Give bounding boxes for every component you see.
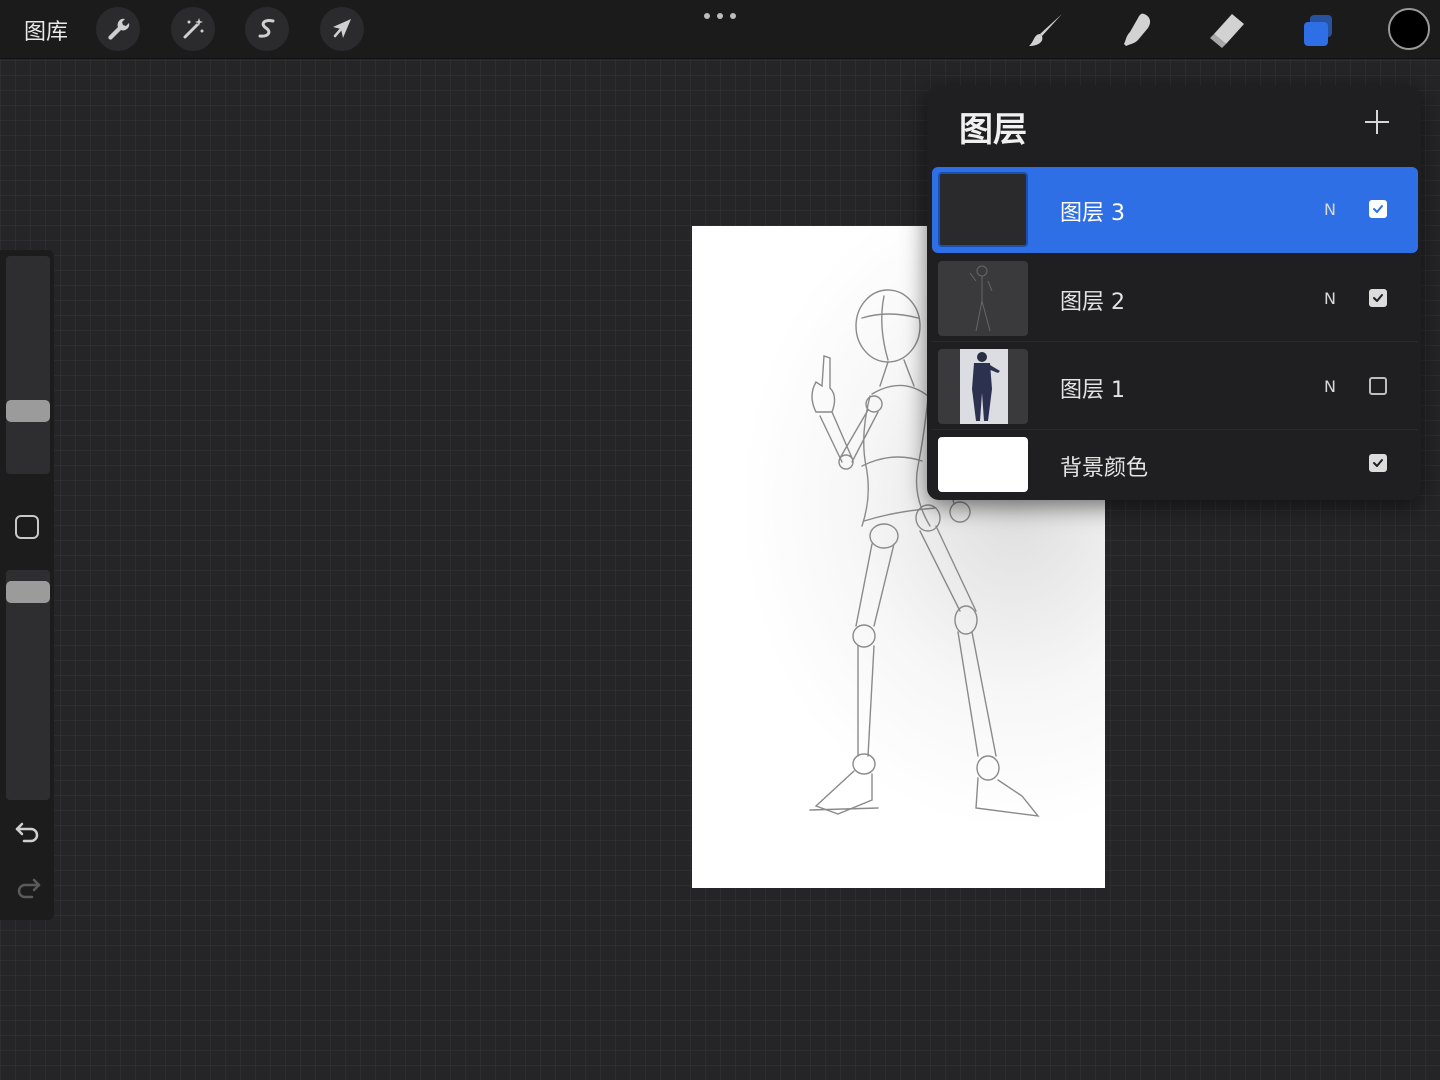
sketch-thumbnail-figure — [969, 265, 993, 332]
layer-visibility-checkbox[interactable] — [1369, 454, 1387, 472]
layer-thumbnail — [938, 172, 1028, 247]
layer-row-1[interactable]: 图层 1 N — [932, 344, 1418, 430]
selection-button[interactable] — [245, 7, 289, 51]
ellipsis-icon — [704, 13, 710, 19]
checkmark-icon — [1373, 205, 1383, 213]
wrench-icon — [108, 18, 130, 40]
layer-row-background[interactable]: 背景颜色 — [932, 432, 1418, 498]
layer-name: 图层 1 — [1060, 378, 1125, 403]
checkmark-icon — [1373, 459, 1383, 467]
add-layer-button[interactable] — [1361, 106, 1393, 138]
actions-button[interactable] — [96, 7, 140, 51]
selection-s-icon — [258, 19, 275, 38]
magic-wand-icon — [183, 18, 204, 39]
layer-name: 背景颜色 — [1060, 456, 1149, 481]
redo-button[interactable] — [12, 872, 44, 904]
background-color-thumbnail — [938, 437, 1028, 492]
adjustments-button[interactable] — [171, 7, 215, 51]
layers-panel-title: 图层 — [959, 110, 1027, 150]
left-sidebar — [0, 250, 54, 920]
layer-row-3[interactable]: 图层 3 N — [932, 167, 1418, 253]
eraser-button[interactable] — [1204, 8, 1248, 52]
blend-mode-button[interactable]: N — [1324, 200, 1336, 219]
opacity-slider[interactable] — [6, 570, 50, 800]
undo-button[interactable] — [12, 816, 44, 848]
redo-icon — [17, 878, 41, 899]
layers-icon — [1304, 15, 1332, 46]
brush-size-thumb[interactable] — [6, 400, 50, 422]
layer-row-2[interactable]: 图层 2 N — [932, 256, 1418, 342]
arrow-cursor-icon — [333, 19, 351, 38]
top-toolbar: 图库 — [0, 0, 1440, 59]
opacity-thumb[interactable] — [6, 581, 50, 603]
undo-icon — [15, 822, 39, 843]
brush-button[interactable] — [1024, 8, 1068, 52]
layer-thumbnail — [938, 261, 1028, 336]
checkmark-icon — [1373, 294, 1383, 302]
layer-name: 图层 3 — [1060, 201, 1125, 226]
color-swatch[interactable] — [1388, 8, 1430, 50]
ellipsis-dot — [730, 13, 736, 19]
gallery-button[interactable]: 图库 — [24, 14, 68, 46]
transform-button[interactable] — [320, 7, 364, 51]
blend-mode-button[interactable]: N — [1324, 289, 1336, 308]
blend-mode-button[interactable]: N — [1324, 377, 1336, 396]
smudge-finger-icon — [1124, 13, 1151, 46]
layer-visibility-checkbox[interactable] — [1369, 200, 1387, 218]
plus-icon — [1365, 110, 1389, 134]
layer-visibility-checkbox[interactable] — [1369, 289, 1387, 307]
layer-visibility-checkbox[interactable] — [1369, 377, 1387, 395]
layer-name: 图层 2 — [1060, 290, 1125, 315]
layers-panel: 图层 图层 3 N 图层 2 N 图层 1 N 背景颜色 — [927, 86, 1421, 500]
eraser-icon — [1210, 14, 1244, 48]
ellipsis-dot — [717, 13, 723, 19]
smudge-button[interactable] — [1114, 8, 1158, 52]
layers-button[interactable] — [1296, 8, 1340, 52]
modify-button[interactable] — [15, 515, 39, 539]
reference-photo-thumbnail — [960, 349, 1008, 424]
more-options-button[interactable] — [704, 8, 736, 24]
brush-icon — [1029, 14, 1062, 46]
layer-thumbnail — [938, 349, 1028, 424]
brush-size-slider[interactable] — [6, 256, 50, 474]
